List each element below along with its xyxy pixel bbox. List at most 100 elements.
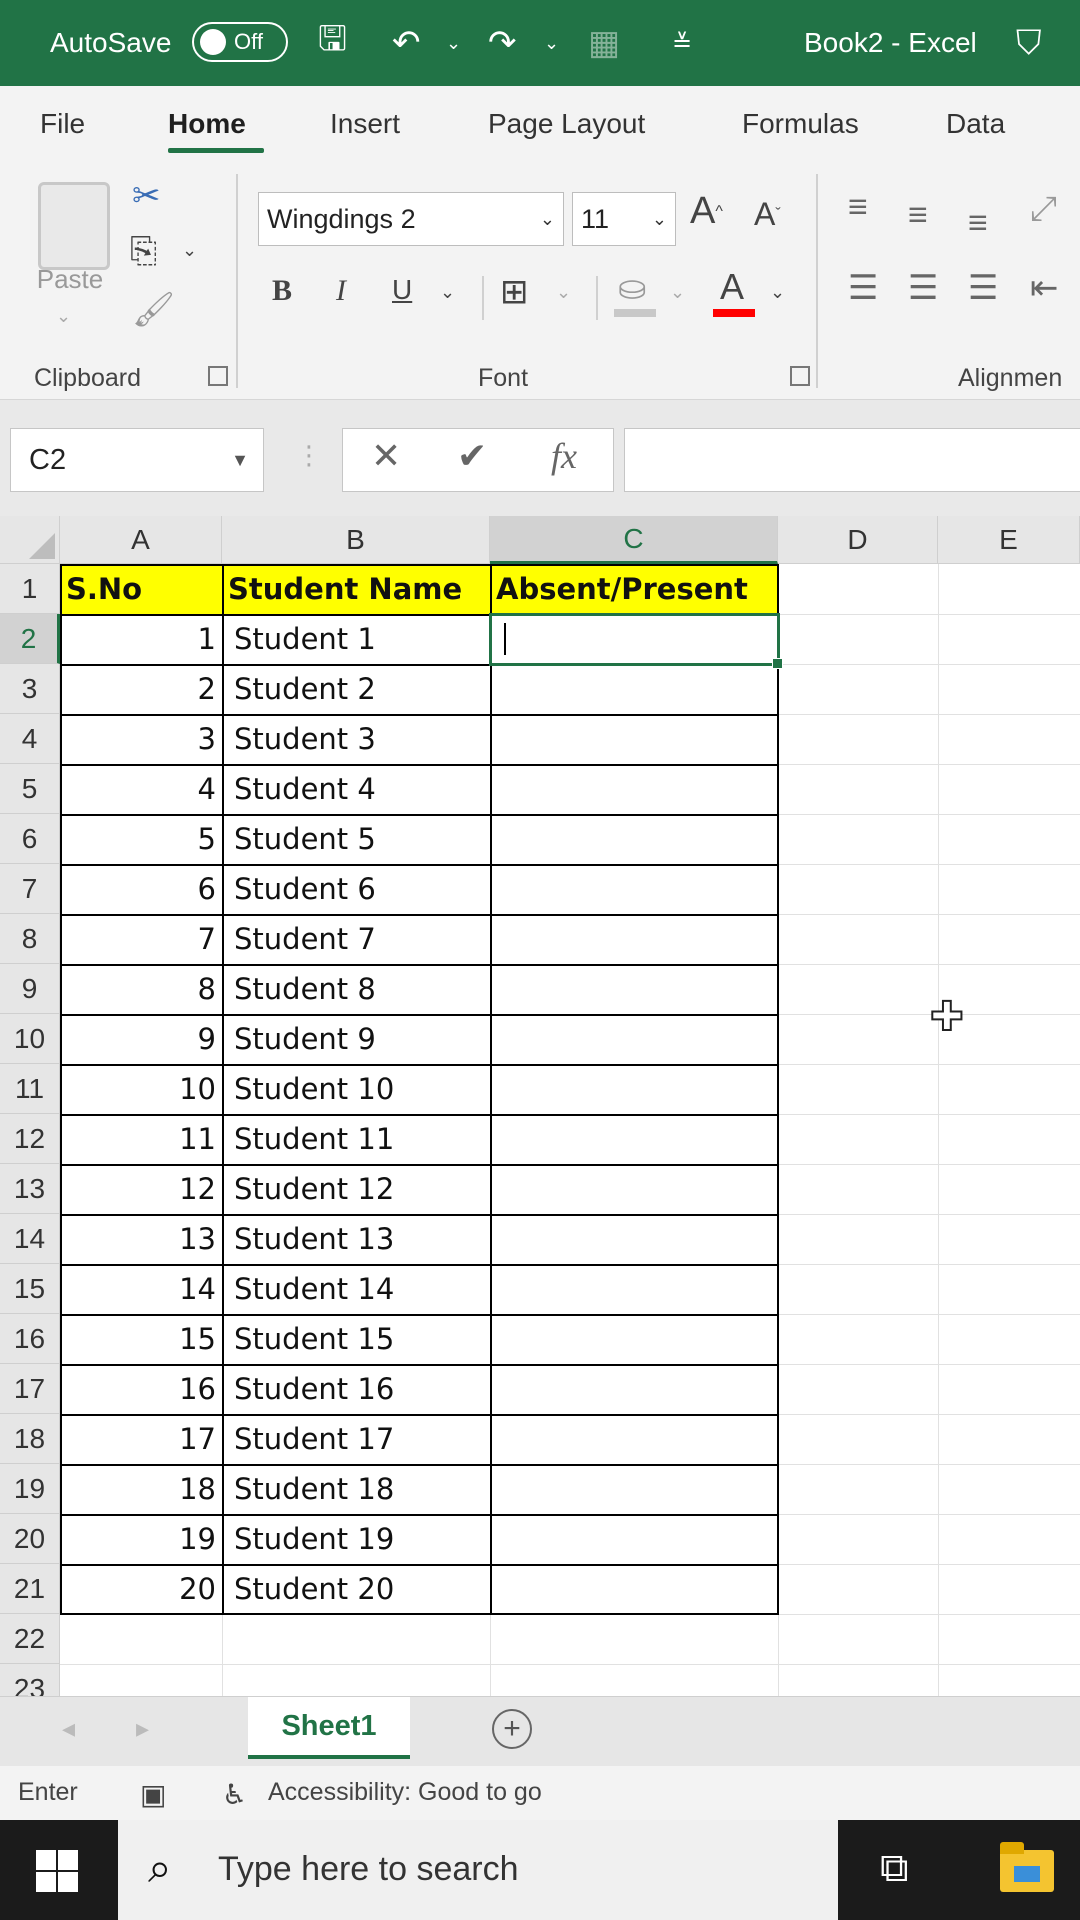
clipboard-launcher-icon[interactable]	[208, 366, 228, 386]
attendance-cell[interactable]	[490, 1264, 778, 1314]
sno-cell[interactable]: 14	[60, 1264, 222, 1314]
sno-cell[interactable]: 3	[60, 714, 222, 764]
redo-icon[interactable]: ↷	[488, 0, 517, 86]
attendance-cell[interactable]	[490, 714, 778, 764]
windows-start-icon[interactable]	[36, 1850, 78, 1892]
underline-button[interactable]: U	[392, 274, 412, 306]
align-left-icon[interactable]: ☰	[848, 268, 878, 308]
paste-dropdown-icon[interactable]: ⌄	[56, 306, 71, 327]
student-name-cell[interactable]: Student 19	[222, 1514, 490, 1564]
undo-icon[interactable]: ↶	[392, 0, 421, 86]
enter-icon[interactable]: ✔	[457, 435, 487, 477]
undo-dropdown-icon[interactable]: ⌄	[446, 0, 461, 86]
worksheet-grid[interactable]: A B C D E 1 2 3 4 5 6 7 8 9 10 11 12 13 14 15 16 17 18 19 20 21 22…	[0, 516, 1080, 1696]
sno-cell[interactable]: 8	[60, 964, 222, 1014]
align-right-icon[interactable]: ☰	[968, 268, 998, 308]
column-header-e[interactable]: E	[938, 516, 1080, 564]
header-cell[interactable]: Student Name	[222, 564, 490, 614]
attendance-cell[interactable]	[490, 1464, 778, 1514]
row-header-1[interactable]: 1	[0, 564, 60, 614]
sno-cell[interactable]: 9	[60, 1014, 222, 1064]
attendance-cell[interactable]	[490, 1364, 778, 1414]
student-name-cell[interactable]: Student 2	[222, 664, 490, 714]
attendance-cell[interactable]	[490, 664, 778, 714]
tab-file[interactable]: File	[40, 108, 85, 140]
font-name-box[interactable]: Wingdings 2 ⌄	[258, 192, 564, 246]
sno-cell[interactable]: 13	[60, 1214, 222, 1264]
row-header-15[interactable]: 15	[0, 1264, 60, 1314]
grow-font-button[interactable]: A ^	[690, 190, 723, 233]
attendance-cell[interactable]	[490, 814, 778, 864]
student-name-cell[interactable]: Student 6	[222, 864, 490, 914]
row-header-22[interactable]: 22	[0, 1614, 60, 1664]
sheet-tab-sheet1[interactable]: Sheet1	[248, 1697, 410, 1759]
sno-cell[interactable]: 15	[60, 1314, 222, 1364]
tab-formulas[interactable]: Formulas	[742, 108, 859, 140]
italic-button[interactable]: I	[336, 274, 346, 308]
sno-cell[interactable]: 11	[60, 1114, 222, 1164]
borders-icon[interactable]: ⊞	[500, 272, 529, 312]
insert-function-icon[interactable]: fx	[551, 435, 577, 477]
attendance-cell[interactable]	[490, 1014, 778, 1064]
attendance-cell[interactable]	[490, 1164, 778, 1214]
tab-data[interactable]: Data	[946, 108, 1005, 140]
attendance-cell[interactable]	[490, 914, 778, 964]
row-header-17[interactable]: 17	[0, 1364, 60, 1414]
sno-cell[interactable]: 19	[60, 1514, 222, 1564]
font-color-button[interactable]: A	[720, 266, 744, 308]
header-cell[interactable]: S.No	[60, 564, 222, 614]
decrease-indent-icon[interactable]: ⇤	[1030, 268, 1059, 308]
file-explorer-icon[interactable]	[1000, 1842, 1054, 1892]
row-header-16[interactable]: 16	[0, 1314, 60, 1364]
more-icon[interactable]: ⋮	[296, 440, 322, 471]
sno-cell[interactable]: 7	[60, 914, 222, 964]
copy-dropdown-icon[interactable]: ⌄	[182, 240, 197, 261]
row-header-12[interactable]: 12	[0, 1114, 60, 1164]
accessibility-icon[interactable]: ♿	[222, 1778, 247, 1811]
sno-cell[interactable]: 5	[60, 814, 222, 864]
student-name-cell[interactable]: Student 8	[222, 964, 490, 1014]
attendance-cell[interactable]	[490, 964, 778, 1014]
row-header-4[interactable]: 4	[0, 714, 60, 764]
tab-page-layout[interactable]: Page Layout	[488, 108, 645, 140]
formula-input[interactable]	[624, 428, 1080, 492]
sno-cell[interactable]: 2	[60, 664, 222, 714]
row-header-18[interactable]: 18	[0, 1414, 60, 1464]
scroll-left-icon[interactable]: ◂	[62, 1713, 75, 1744]
sno-cell[interactable]: 18	[60, 1464, 222, 1514]
student-name-cell[interactable]: Student 10	[222, 1064, 490, 1114]
student-name-cell[interactable]: Student 20	[222, 1564, 490, 1614]
select-all-corner[interactable]	[0, 516, 60, 564]
accessibility-status[interactable]: Accessibility: Good to go	[268, 1778, 542, 1807]
underline-dropdown-icon[interactable]: ⌄	[440, 282, 455, 303]
add-sheet-icon[interactable]: +	[492, 1709, 532, 1749]
attendance-cell[interactable]	[490, 864, 778, 914]
redo-dropdown-icon[interactable]: ⌄	[544, 0, 559, 86]
row-header-9[interactable]: 9	[0, 964, 60, 1014]
tab-insert[interactable]: Insert	[330, 108, 400, 140]
student-name-cell[interactable]: Student 5	[222, 814, 490, 864]
align-top-icon[interactable]: ≡	[848, 188, 868, 227]
row-header-20[interactable]: 20	[0, 1514, 60, 1564]
name-box[interactable]: C2 ▼	[10, 428, 264, 492]
font-color-dropdown-icon[interactable]: ⌄	[770, 282, 785, 303]
row-header-7[interactable]: 7	[0, 864, 60, 914]
student-name-cell[interactable]: Student 14	[222, 1264, 490, 1314]
paste-icon[interactable]	[38, 182, 110, 270]
student-name-cell[interactable]: Student 1	[222, 614, 490, 664]
row-header-13[interactable]: 13	[0, 1164, 60, 1214]
student-name-cell[interactable]: Student 15	[222, 1314, 490, 1364]
row-header-10[interactable]: 10	[0, 1014, 60, 1064]
attendance-cell[interactable]	[490, 1414, 778, 1464]
save-icon[interactable]: 🖫	[318, 0, 347, 86]
row-header-8[interactable]: 8	[0, 914, 60, 964]
orientation-icon[interactable]: ⤢	[1030, 190, 1057, 229]
sno-cell[interactable]: 4	[60, 764, 222, 814]
attendance-cell[interactable]	[490, 1114, 778, 1164]
active-cell-selection[interactable]	[489, 613, 783, 669]
column-header-a[interactable]: A	[60, 516, 222, 564]
student-name-cell[interactable]: Student 13	[222, 1214, 490, 1264]
align-bottom-icon[interactable]: ≡	[968, 204, 988, 243]
copy-icon[interactable]: ⎘	[130, 232, 157, 271]
student-name-cell[interactable]: Student 12	[222, 1164, 490, 1214]
